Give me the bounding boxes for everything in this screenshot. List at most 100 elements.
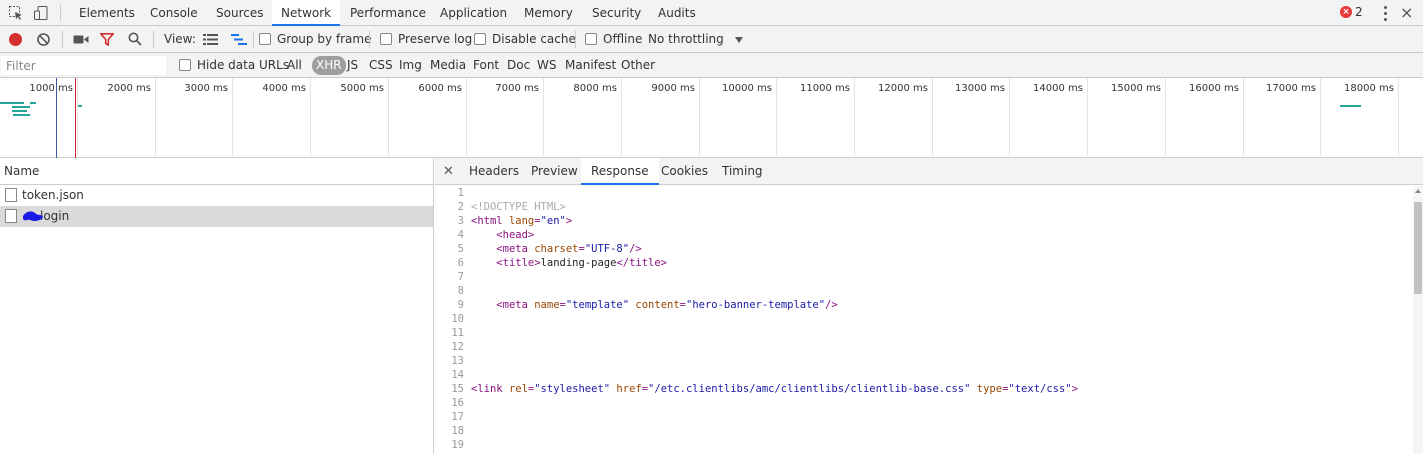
timeline-tick-label: 12000 ms: [878, 83, 928, 94]
hide-data-urls-label[interactable]: Hide data URLs: [197, 53, 289, 78]
toolbar-divider: [253, 31, 254, 48]
toolbar-divider: [62, 31, 63, 48]
disable-cache-checkbox[interactable]: [474, 33, 486, 45]
response-scrollbar[interactable]: [1413, 186, 1423, 454]
code-token: type: [976, 383, 1003, 395]
group-by-frame-label[interactable]: Group by frame: [277, 26, 371, 53]
tab-application[interactable]: Application: [431, 0, 516, 26]
tab-security[interactable]: Security: [583, 0, 650, 26]
close-details-icon[interactable]: ✕: [443, 164, 454, 179]
line-number: 19: [451, 439, 464, 451]
detail-tab-headers[interactable]: Headers: [459, 158, 529, 185]
clear-icon[interactable]: [37, 33, 50, 49]
line-number: 10: [451, 313, 464, 325]
timeline-tick-label: 6000 ms: [418, 83, 462, 94]
code-token: <html: [471, 215, 509, 227]
filter-type-other[interactable]: Other: [618, 56, 658, 75]
preserve-log-label[interactable]: Preserve log: [398, 26, 472, 53]
devtools-tabbar: Elements Console Sources Network Performance…: [0, 0, 1423, 26]
timeline-tick-label: 16000 ms: [1189, 83, 1239, 94]
code-token: "text/css": [1008, 383, 1072, 395]
filter-type-css[interactable]: CSS: [366, 56, 396, 75]
code-line: 17: [435, 410, 1413, 424]
code-token: rel: [508, 383, 528, 395]
filter-type-ws[interactable]: WS: [534, 56, 559, 75]
filter-type-doc[interactable]: Doc: [504, 56, 533, 75]
overview-request-bar: [30, 102, 36, 104]
detail-tab-timing[interactable]: Timing: [712, 158, 773, 185]
detail-tab-response[interactable]: Response: [581, 158, 659, 185]
network-overview-timeline[interactable]: 1000 ms 2000 ms 3000 ms 4000 ms 5000 ms 6000 …: [0, 78, 1423, 158]
error-icon: ×: [1340, 6, 1352, 18]
timeline-tick-label: 8000 ms: [573, 83, 617, 94]
offline-label[interactable]: Offline: [603, 26, 642, 53]
timeline-tick-label: 4000 ms: [262, 83, 306, 94]
error-counter[interactable]: × 2: [1340, 5, 1363, 19]
filter-type-media[interactable]: Media: [427, 56, 469, 75]
filter-type-font[interactable]: Font: [470, 56, 502, 75]
name-column-header[interactable]: Name: [0, 158, 433, 185]
scroll-up-icon[interactable]: [1415, 189, 1421, 193]
line-number: 14: [451, 369, 464, 381]
search-icon[interactable]: [128, 32, 142, 49]
filter-type-manifest[interactable]: Manifest: [562, 56, 619, 75]
detail-tab-preview[interactable]: Preview: [521, 158, 588, 185]
capture-screenshots-icon[interactable]: [73, 34, 89, 48]
request-row[interactable]: token.json: [0, 185, 433, 206]
request-details-panel: ✕ Headers Preview Response Cookies Timing 12…: [435, 158, 1423, 454]
inspect-element-icon[interactable]: [8, 5, 24, 24]
tab-memory[interactable]: Memory: [515, 0, 582, 26]
code-line: 19: [435, 438, 1413, 452]
filter-bar: Hide data URLs All XHRJS CSSImgMediaFontDo…: [0, 53, 1423, 78]
scrollbar-thumb[interactable]: [1414, 202, 1422, 294]
filter-type-img[interactable]: Img: [396, 56, 425, 75]
overview-request-bar: [0, 102, 24, 104]
line-number: 9: [457, 299, 464, 311]
filter-type-js[interactable]: JS: [344, 56, 361, 75]
filter-icon[interactable]: [99, 33, 115, 49]
tab-performance[interactable]: Performance: [341, 0, 435, 26]
code-text: <meta charset="UTF-8"/>: [471, 242, 641, 256]
code-text: <meta name="template" content="hero-bann…: [471, 298, 837, 312]
tab-console[interactable]: Console: [141, 0, 207, 26]
timeline-tick-label: 9000 ms: [651, 83, 695, 94]
code-token: "/etc.clientlibs/amc/clientlibs/clientli…: [648, 383, 971, 395]
tab-network[interactable]: Network: [272, 0, 341, 26]
code-token: <head>: [496, 229, 535, 241]
large-rows-icon[interactable]: [203, 34, 218, 48]
hide-data-urls-checkbox[interactable]: [179, 59, 191, 71]
view-label: View:: [164, 32, 196, 46]
record-icon[interactable]: [9, 33, 22, 46]
code-token: >: [565, 215, 573, 227]
timeline-tick-label: 5000 ms: [340, 83, 384, 94]
code-token: lang: [508, 215, 535, 227]
offline-checkbox[interactable]: [585, 33, 597, 45]
detail-tab-cookies[interactable]: Cookies: [651, 158, 718, 185]
response-viewer[interactable]: 1 2 <!DOCTYPE HTML> 3 <html lang="en"> 4 <hea…: [435, 186, 1413, 454]
line-number: 7: [457, 271, 464, 283]
throttling-dropdown-icon[interactable]: [735, 37, 743, 43]
filter-input[interactable]: [1, 56, 166, 75]
tab-elements[interactable]: Elements: [70, 0, 144, 26]
filter-type-all[interactable]: All: [284, 56, 305, 75]
toolbar-divider: [369, 31, 370, 48]
close-devtools-icon[interactable]: ×: [1400, 3, 1413, 22]
code-token: content: [635, 299, 680, 311]
line-number: 3: [457, 215, 464, 227]
timeline-tick-label: 17000 ms: [1266, 83, 1316, 94]
tab-audits[interactable]: Audits: [649, 0, 705, 26]
group-by-frame-checkbox[interactable]: [259, 33, 271, 45]
preserve-log-checkbox[interactable]: [380, 33, 392, 45]
more-options-icon[interactable]: [1382, 4, 1388, 22]
overview-request-bar: [78, 105, 82, 107]
throttling-select[interactable]: No throttling: [648, 26, 724, 53]
code-line: 9 <meta name="template" content="hero-ba…: [435, 298, 1413, 312]
filter-type-xhr[interactable]: XHR: [312, 56, 346, 75]
disable-cache-label[interactable]: Disable cache: [492, 26, 576, 53]
line-number: 17: [451, 411, 464, 423]
device-toolbar-icon[interactable]: [33, 5, 49, 24]
waterfall-overview-icon[interactable]: [231, 34, 247, 48]
tab-sources[interactable]: Sources: [207, 0, 272, 26]
request-row[interactable]: login: [0, 206, 433, 227]
